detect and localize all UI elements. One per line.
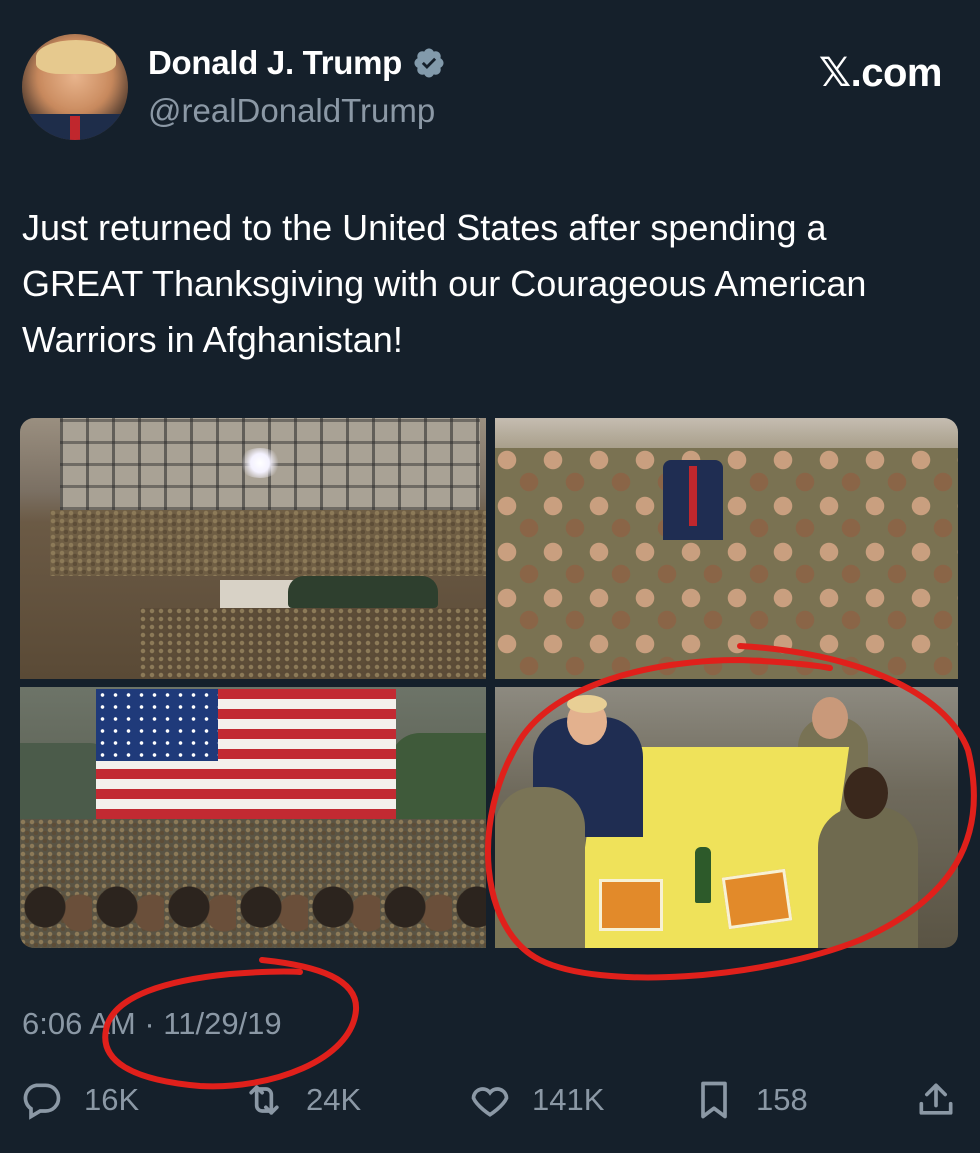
bookmark-count: 158 (756, 1082, 808, 1117)
american-flag (96, 689, 396, 821)
tweet-timestamp[interactable]: 6:06 AM · 11/29/19 (22, 1006, 282, 1042)
man-hair (567, 695, 607, 713)
media-grid (20, 418, 958, 948)
avatar-tie (70, 116, 80, 140)
retweet-icon (249, 1085, 279, 1115)
plate (599, 879, 663, 931)
retweet-count: 24K (306, 1082, 362, 1117)
bottle (695, 847, 711, 903)
reply-icon (23, 1083, 61, 1120)
photo-flag-speech[interactable] (20, 687, 486, 948)
user-handle[interactable]: @realDonaldTrump (148, 92, 435, 130)
reply-count: 16K (84, 1082, 140, 1117)
verified-badge-icon (414, 48, 444, 78)
x-logo-brand: 𝕏.com (818, 51, 943, 95)
troop-crowd (50, 510, 486, 576)
plate (721, 868, 793, 930)
photo-hangar-rally[interactable] (20, 418, 486, 679)
soldier-group (495, 448, 958, 679)
audience-heads (20, 879, 486, 948)
tweet-actions-bar: 16K 24K 141K 158 (20, 1078, 960, 1130)
retweet-button[interactable]: 24K (242, 1078, 361, 1122)
avatar-hair (36, 40, 116, 74)
tarp-right (390, 733, 486, 833)
reply-button[interactable]: 16K (20, 1078, 139, 1122)
display-name[interactable]: Donald J. Trump (148, 44, 402, 82)
flag-union (96, 689, 218, 761)
sandbag-stage (288, 576, 438, 608)
bookmark-icon (701, 1081, 727, 1119)
photo-group-portrait[interactable] (495, 418, 958, 679)
soldier-face (844, 767, 888, 819)
soldier-right (818, 807, 918, 948)
like-button[interactable]: 141K (468, 1078, 604, 1122)
spotlight (238, 448, 282, 478)
like-count: 141K (532, 1082, 605, 1117)
share-icon (919, 1083, 953, 1115)
bookmark-button[interactable]: 158 (692, 1078, 808, 1122)
photo-thanksgiving-dinner[interactable] (495, 687, 958, 948)
red-tie (689, 466, 697, 526)
avatar[interactable] (22, 34, 128, 140)
name-row: Donald J. Trump (148, 44, 446, 82)
share-button[interactable] (914, 1078, 958, 1122)
tweet-text: Just returned to the United States after… (22, 207, 867, 360)
man-in-suit (663, 460, 723, 540)
heart-icon (471, 1087, 509, 1117)
soldier-face (812, 697, 848, 739)
soldier-left (495, 787, 585, 948)
troop-crowd-front (140, 608, 486, 679)
plate (495, 687, 535, 705)
